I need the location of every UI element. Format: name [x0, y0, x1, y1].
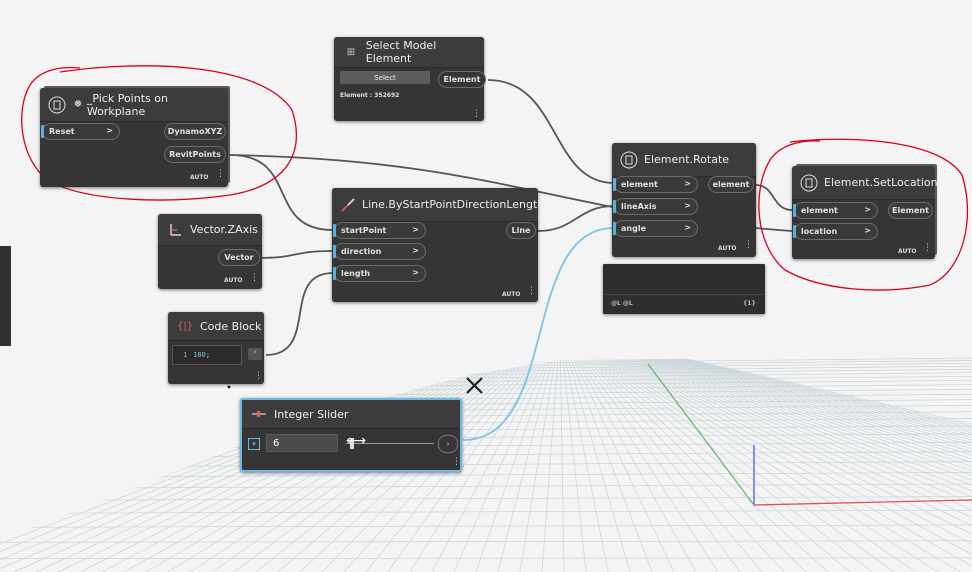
lacing-label[interactable]: AUTO	[898, 248, 917, 255]
code-value: 180	[193, 351, 206, 359]
node-header[interactable]: Integer Slider	[242, 400, 460, 429]
input-port-reset[interactable]: Reset >	[41, 123, 120, 140]
dynamo-node-icon	[620, 151, 638, 169]
code-editor[interactable]: 1 180 ;	[172, 345, 242, 365]
lacing-label[interactable]: AUTO	[718, 245, 737, 252]
slider-expand-toggle[interactable]: ▾	[248, 438, 260, 450]
port-label: direction	[341, 247, 382, 256]
more-options-icon[interactable]: ⋮	[452, 458, 461, 467]
output-port-code[interactable]: ›	[248, 348, 262, 360]
code-block-icon: {|}	[176, 320, 194, 332]
wire-code-to-length[interactable]	[265, 272, 334, 356]
more-options-icon[interactable]: ⋮	[923, 244, 932, 253]
wire-rotate-to-setlocation[interactable]	[755, 184, 793, 211]
node-element-rotate[interactable]: Element.Rotate element > lineAxis > angle >…	[612, 143, 756, 257]
port-label: Element	[892, 206, 929, 215]
node-header[interactable]: Element.SetLocation	[792, 166, 938, 200]
port-label: length	[341, 269, 371, 278]
lacing-label[interactable]: AUTO	[224, 277, 243, 284]
preview-left-label: @L @L	[611, 300, 633, 307]
input-port-location[interactable]: location >	[793, 223, 878, 240]
node-header[interactable]: {|} Code Block	[168, 312, 264, 341]
node-header[interactable]: Vector.ZAxis	[158, 214, 262, 246]
preview-right-label: {1}	[743, 300, 756, 307]
port-label: lineAxis	[621, 202, 657, 211]
lacing-label[interactable]: AUTO	[502, 291, 521, 298]
element-id-label: Element : 352692	[340, 92, 400, 99]
output-port-element[interactable]: Element	[438, 71, 486, 88]
more-options-icon[interactable]: ⋮	[472, 110, 481, 119]
dynamo-node-icon	[48, 96, 66, 114]
node-title: Code Block	[200, 319, 262, 333]
input-port-element[interactable]: element >	[613, 176, 698, 193]
preview-bubble[interactable]: @L @L {1}	[603, 264, 765, 314]
node-title: Vector.ZAxis	[190, 223, 258, 236]
output-port-line[interactable]: Line	[506, 222, 536, 239]
select-element-icon: ⊞	[346, 46, 356, 58]
input-port-element[interactable]: element >	[793, 202, 878, 219]
node-title: Element.Rotate	[644, 153, 730, 166]
dynamo-node-icon	[800, 174, 818, 192]
select-button[interactable]: Select	[340, 71, 430, 84]
output-port-element[interactable]: element	[708, 176, 754, 193]
port-label: startPoint	[341, 226, 387, 235]
points-icon: ❅	[73, 99, 83, 110]
node-header[interactable]: ❅ _Pick Points on Workplane	[40, 88, 228, 122]
line-number: 1	[183, 351, 188, 359]
wire-line-to-lineaxis[interactable]	[537, 205, 615, 232]
port-label: RevitPoints	[169, 150, 221, 159]
wire-vector-to-direction[interactable]	[257, 250, 334, 259]
node-element-setlocation[interactable]: Element.SetLocation element > location > E…	[792, 166, 938, 259]
slider-value: 6	[273, 437, 280, 449]
node-title: Element.SetLocation	[824, 176, 938, 189]
vector-icon	[166, 221, 184, 239]
node-title: _Pick Points on Workplane	[86, 91, 168, 118]
node-vector-zaxis[interactable]: Vector.ZAxis Vector AUTO ⋮	[158, 214, 262, 289]
side-panel-edge	[0, 246, 11, 346]
input-port-lineaxis[interactable]: lineAxis >	[613, 198, 698, 215]
lacing-label[interactable]: AUTO	[190, 174, 209, 181]
slider-icon	[250, 405, 268, 423]
port-label: angle	[621, 224, 646, 233]
node-title: Line.ByStartPointDirectionLength	[362, 198, 545, 211]
slider-value-field[interactable]: 6	[266, 434, 338, 452]
port-label: DynamoXYZ	[167, 127, 223, 136]
line-icon	[340, 196, 356, 214]
output-port-vector[interactable]: Vector	[218, 249, 260, 266]
output-port-dynamoxyz[interactable]: DynamoXYZ	[164, 123, 226, 140]
port-label: element	[712, 180, 750, 189]
port-label: location	[801, 227, 838, 236]
output-port-slider[interactable]: ›	[438, 435, 458, 453]
input-port-startpoint[interactable]: startPoint >	[333, 222, 426, 239]
resize-cursor-icon: ⟷	[346, 433, 367, 449]
node-line-bystartpoint[interactable]: Line.ByStartPointDirectionLength startPo…	[332, 188, 544, 302]
more-options-icon[interactable]: ⋮	[744, 241, 753, 250]
code-semicolon: ;	[205, 351, 211, 359]
port-label: element	[801, 206, 838, 215]
input-port-angle[interactable]: angle >	[613, 220, 698, 237]
more-options-icon[interactable]: ⋮	[216, 170, 225, 179]
node-header[interactable]: Element.Rotate	[612, 143, 756, 177]
background-grid	[0, 356, 972, 572]
node-header[interactable]: Line.ByStartPointDirectionLength	[332, 188, 544, 222]
more-options-icon[interactable]: ⋮	[250, 274, 259, 283]
port-label: element	[621, 180, 658, 189]
more-options-icon[interactable]: ⋮	[527, 287, 536, 296]
more-options-icon[interactable]: ⋮	[254, 372, 263, 381]
output-port-revitpoints[interactable]: RevitPoints	[164, 146, 226, 163]
port-label: Reset	[49, 127, 75, 136]
port-label: Vector	[224, 253, 254, 262]
input-port-direction[interactable]: direction >	[333, 243, 426, 260]
node-integer-slider[interactable]: Integer Slider ▾ 6 ⟷ › ⋮	[240, 398, 462, 472]
input-port-length[interactable]: length >	[333, 265, 426, 282]
node-code-block[interactable]: {|} Code Block 1 180 ; › ⋮	[168, 312, 264, 384]
node-pick-points[interactable]: ❅ _Pick Points on Workplane Reset > Dynam…	[40, 88, 228, 187]
wire-element-to-rotate[interactable]	[487, 79, 615, 184]
port-label: Element	[443, 75, 481, 84]
node-title: Integer Slider	[274, 407, 349, 421]
output-port-element[interactable]: Element	[888, 202, 933, 219]
node-header[interactable]: ⊞ Select Model Element	[334, 37, 484, 68]
node-title: Select Model Element	[365, 39, 437, 65]
port-label: Line	[511, 226, 531, 235]
